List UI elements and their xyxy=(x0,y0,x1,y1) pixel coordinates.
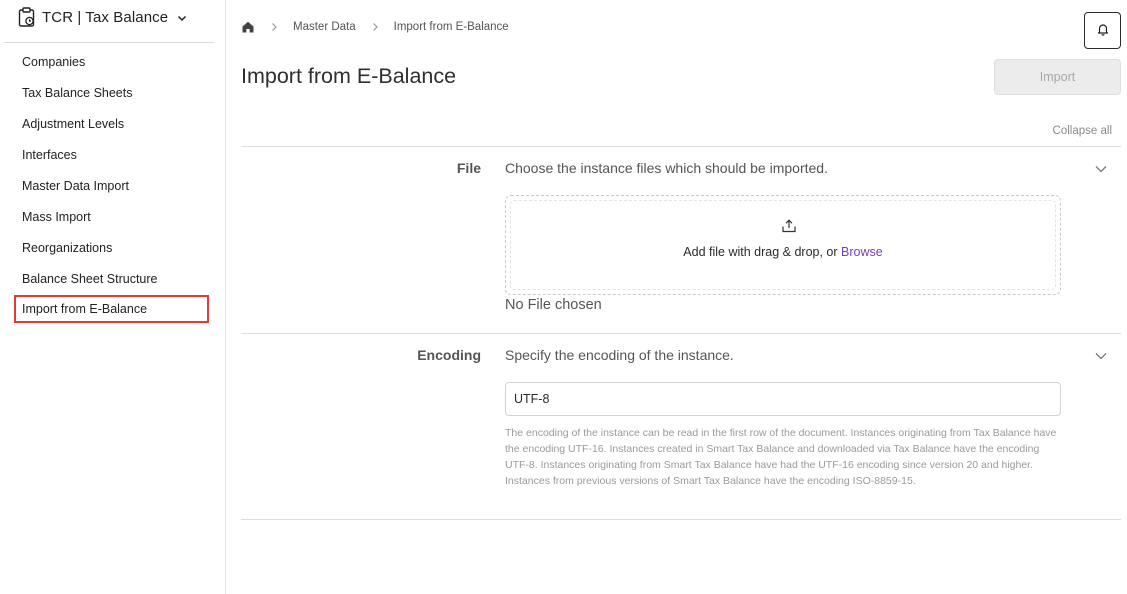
sidebar-item-interfaces[interactable]: Interfaces xyxy=(14,139,209,170)
notifications-button[interactable] xyxy=(1084,12,1121,49)
browse-link[interactable]: Browse xyxy=(841,245,883,259)
file-section-description: Choose the instance files which should b… xyxy=(505,160,828,176)
breadcrumb: Master Data Import from E-Balance xyxy=(241,18,509,36)
file-section-label: File xyxy=(456,160,481,176)
chevron-right-icon xyxy=(370,22,380,32)
upload-icon xyxy=(781,218,797,234)
main-content: Master Data Import from E-Balance Import… xyxy=(226,0,1127,594)
breadcrumb-current: Import from E-Balance xyxy=(393,21,509,33)
chevron-down-icon[interactable] xyxy=(1094,349,1108,363)
clipboard-clock-icon xyxy=(18,7,36,27)
chevron-right-icon xyxy=(269,22,279,32)
dropzone-instruction: Add file with drag & drop, or xyxy=(683,245,842,259)
import-button[interactable]: Import xyxy=(994,59,1121,95)
collapse-all-link[interactable]: Collapse all xyxy=(1053,125,1112,137)
dropzone-inner: Add file with drag & drop, or Browse xyxy=(510,200,1056,290)
app-title: TCR | Tax Balance xyxy=(42,8,169,26)
sidebar-item-mass-import[interactable]: Mass Import xyxy=(14,201,209,232)
sidebar-item-reorganizations[interactable]: Reorganizations xyxy=(14,232,209,263)
dropzone-text: Add file with drag & drop, or Browse xyxy=(511,245,1055,259)
home-icon[interactable] xyxy=(241,20,255,34)
sidebar-nav: Companies Tax Balance Sheets Adjustment … xyxy=(14,46,209,323)
encoding-input[interactable] xyxy=(505,382,1061,416)
bell-icon xyxy=(1096,22,1110,39)
chevron-down-icon xyxy=(176,11,188,23)
sidebar-item-master-data-import[interactable]: Master Data Import xyxy=(14,170,209,201)
file-status: No File chosen xyxy=(505,297,602,313)
sidebar-divider xyxy=(4,42,214,43)
sidebar-item-companies[interactable]: Companies xyxy=(14,46,209,77)
encoding-help-text: The encoding of the instance can be read… xyxy=(505,427,1057,487)
file-dropzone[interactable]: Add file with drag & drop, or Browse xyxy=(505,195,1061,295)
section-divider xyxy=(241,519,1121,520)
encoding-section-label: Encoding xyxy=(417,347,481,363)
sidebar-item-import-from-e-balance[interactable]: Import from E-Balance xyxy=(14,295,209,323)
sidebar-item-adjustment-levels[interactable]: Adjustment Levels xyxy=(14,108,209,139)
breadcrumb-master-data[interactable]: Master Data xyxy=(293,21,356,33)
sidebar: TCR | Tax Balance Companies Tax Balance … xyxy=(0,0,226,594)
chevron-down-icon[interactable] xyxy=(1094,162,1108,176)
section-divider xyxy=(241,333,1121,334)
section-divider xyxy=(241,146,1121,147)
sidebar-item-tax-balance-sheets[interactable]: Tax Balance Sheets xyxy=(14,77,209,108)
encoding-section-description: Specify the encoding of the instance. xyxy=(505,347,734,363)
page-title: Import from E-Balance xyxy=(241,64,457,88)
sidebar-item-balance-sheet-structure[interactable]: Balance Sheet Structure xyxy=(14,263,209,294)
app-switcher[interactable]: TCR | Tax Balance xyxy=(18,6,188,28)
